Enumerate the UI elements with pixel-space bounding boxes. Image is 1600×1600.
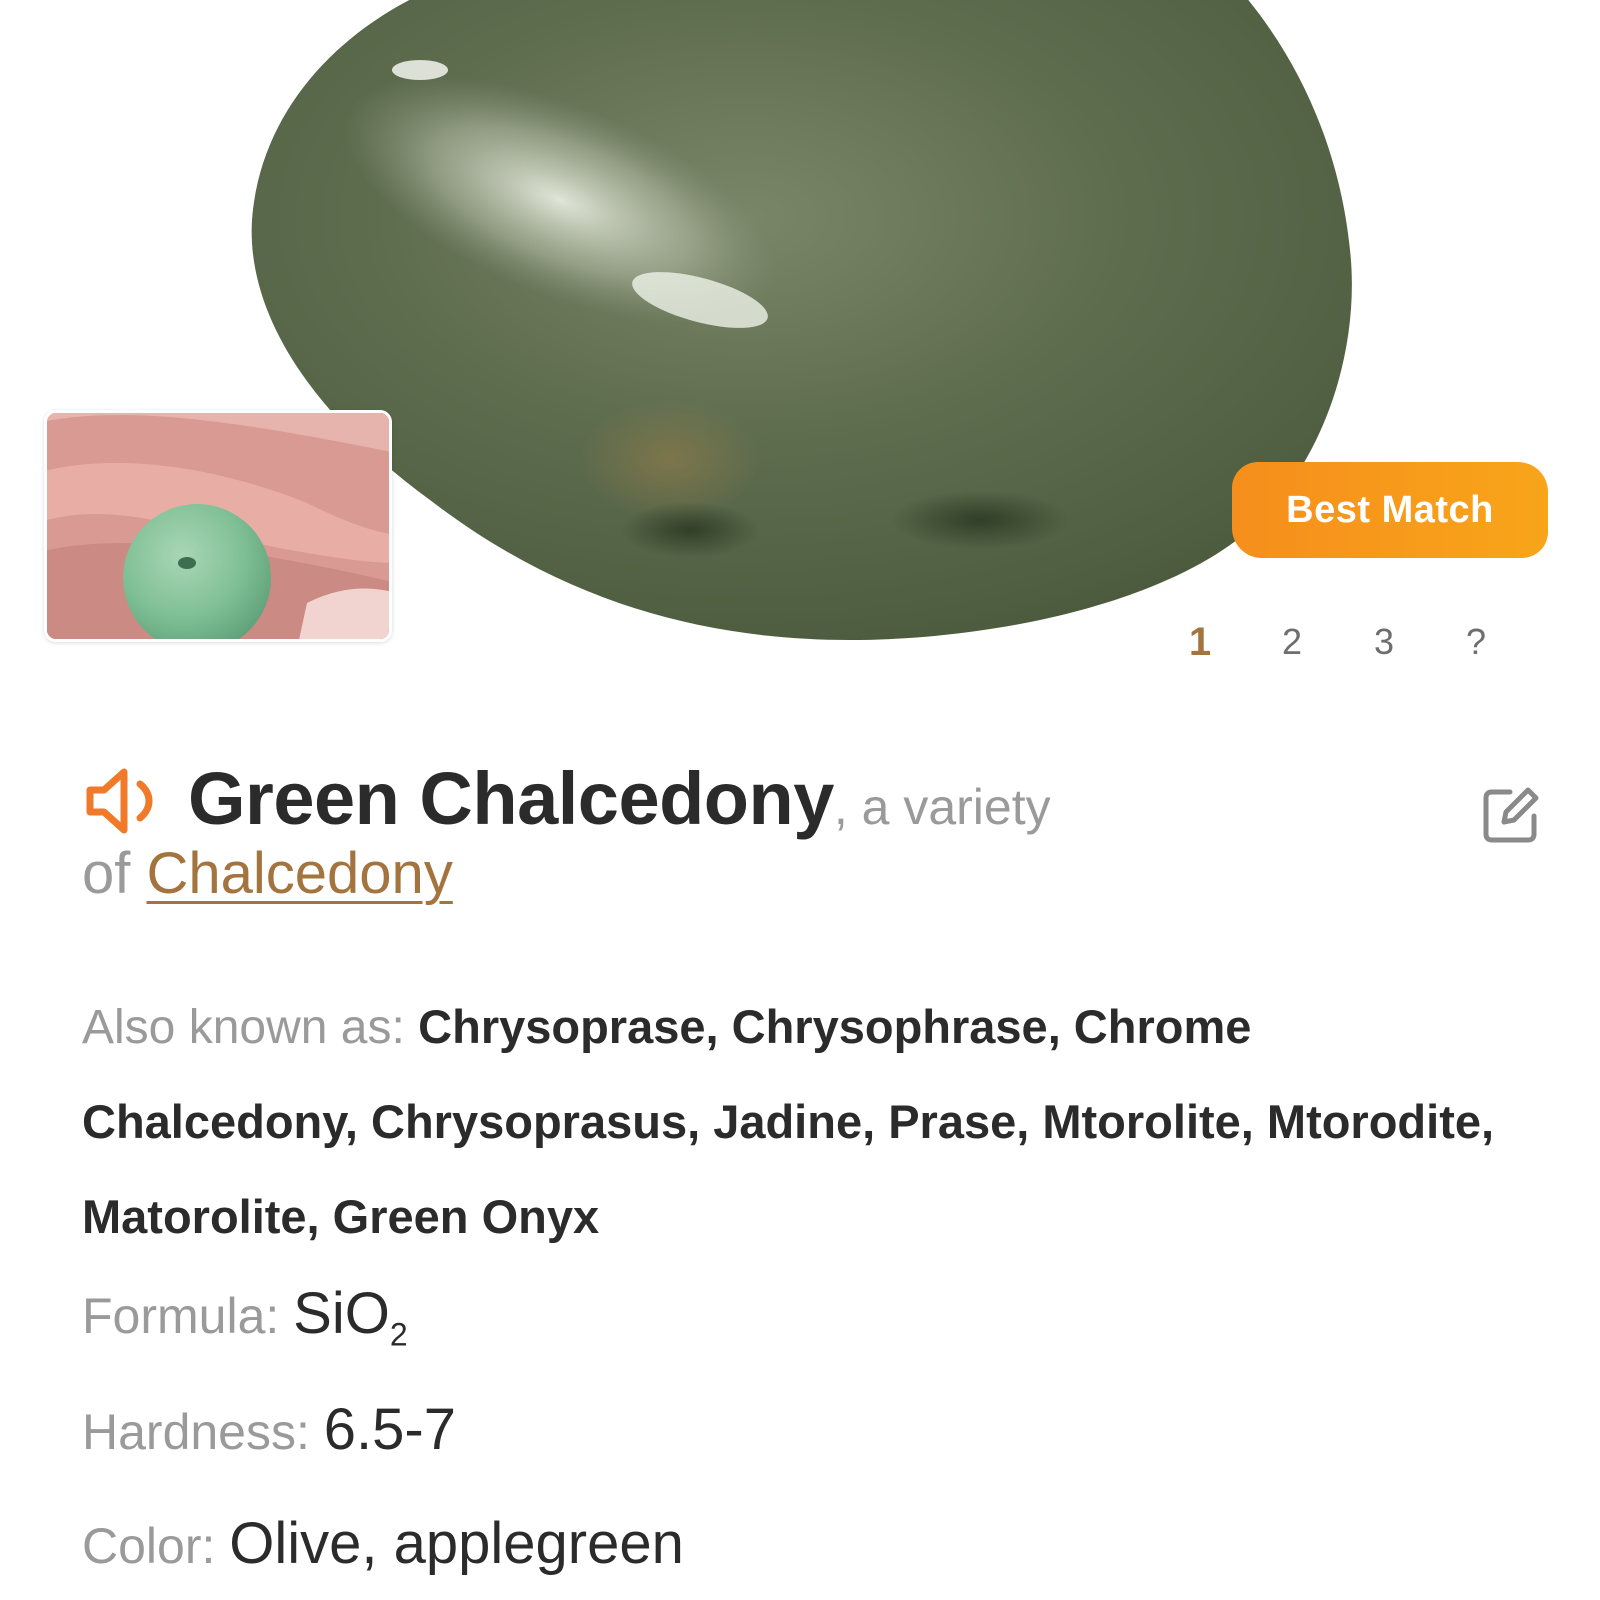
parent-line: of Chalcedony xyxy=(82,840,453,907)
formula-main: SiO xyxy=(293,1281,390,1346)
best-match-badge: Best Match xyxy=(1232,462,1548,558)
formula-subscript: 2 xyxy=(389,1316,408,1353)
formula-label: Formula: xyxy=(82,1288,294,1344)
of-text: of xyxy=(82,841,147,906)
mineral-result-screen: Best Match 1 2 3 ? Green Chalcedony, a v… xyxy=(0,0,1600,1600)
mineral-info: Green Chalcedony, a variety of Chalcedon… xyxy=(0,690,1600,1600)
hardness-label: Hardness: xyxy=(82,1404,324,1460)
parent-mineral-link[interactable]: Chalcedony xyxy=(147,841,453,906)
title-line: Green Chalcedony, a variety xyxy=(188,756,1051,841)
formula-row: Formula: SiO2 xyxy=(82,1280,1522,1354)
formula-value: SiO2 xyxy=(293,1281,407,1353)
aka-label: Also known as: xyxy=(82,1001,419,1054)
result-hero: Best Match 1 2 3 ? xyxy=(0,0,1600,690)
pager-item-1[interactable]: 1 xyxy=(1180,620,1220,665)
pager-item-unknown[interactable]: ? xyxy=(1456,621,1496,663)
color-value: Olive, applegreen xyxy=(229,1511,684,1576)
color-row: Color: Olive, applegreen xyxy=(82,1510,1522,1577)
hardness-value: 6.5-7 xyxy=(323,1397,456,1462)
color-label: Color: xyxy=(82,1518,230,1574)
pager-item-2[interactable]: 2 xyxy=(1272,621,1312,663)
edit-icon[interactable] xyxy=(1480,784,1542,846)
hardness-row: Hardness: 6.5-7 xyxy=(82,1396,1522,1463)
pager-item-3[interactable]: 3 xyxy=(1364,621,1404,663)
variety-text: , a variety xyxy=(833,779,1051,835)
result-pager: 1 2 3 ? xyxy=(1180,614,1540,670)
mineral-name: Green Chalcedony xyxy=(188,757,834,840)
speaker-icon[interactable] xyxy=(82,762,168,840)
also-known-as: Also known as: Chrysoprase, Chrysophrase… xyxy=(82,980,1522,1265)
user-photo-thumbnail[interactable] xyxy=(44,410,392,642)
